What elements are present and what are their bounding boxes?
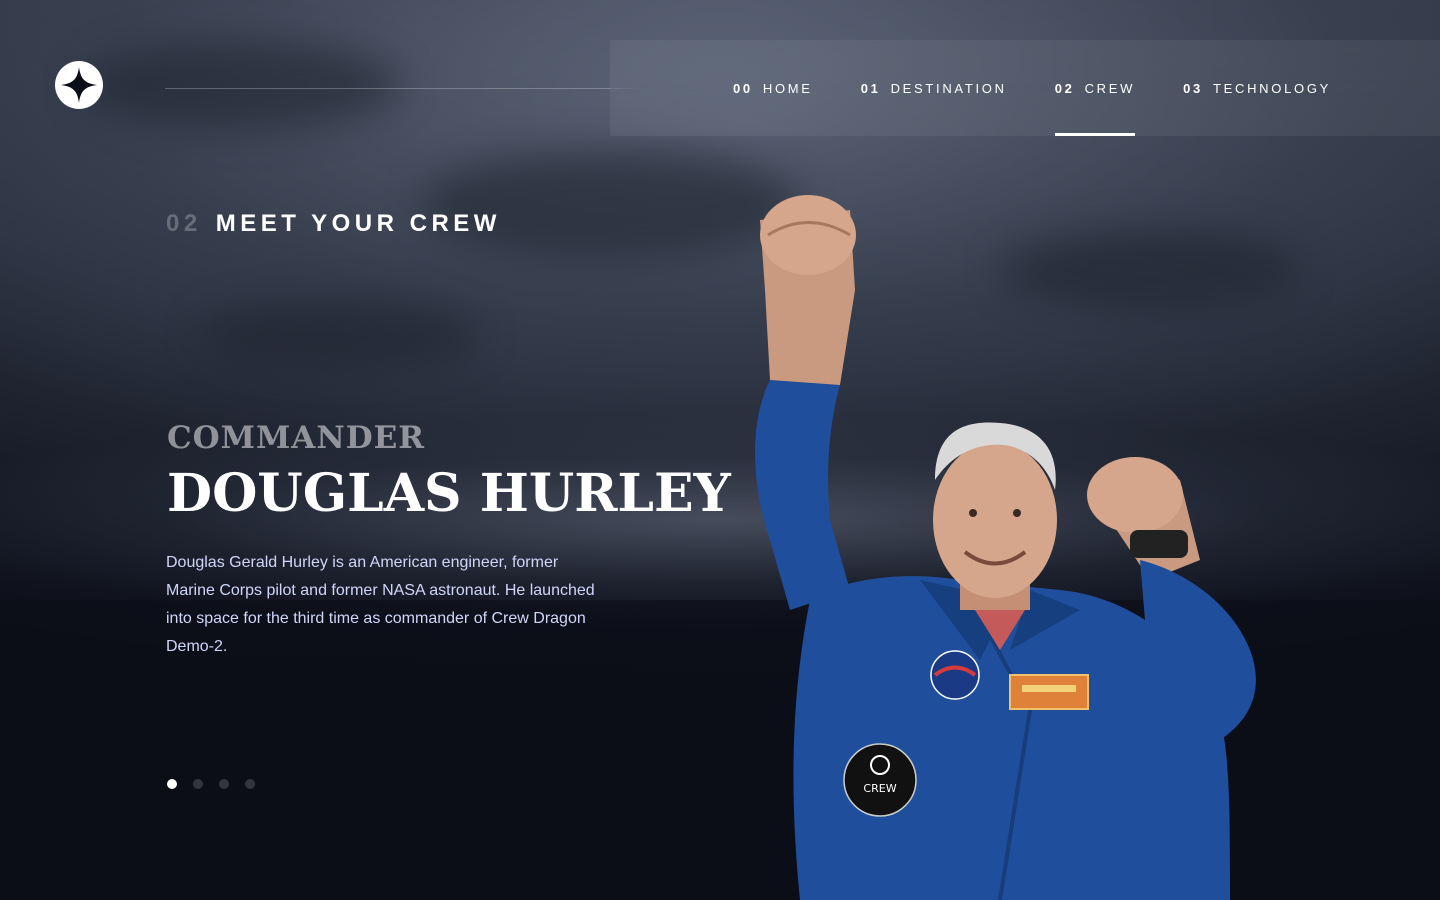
slider-dot-4[interactable] [245, 779, 255, 789]
page-heading-number: 02 [166, 210, 202, 237]
slider-dot-2[interactable] [193, 779, 203, 789]
nav-item-number: 02 [1054, 80, 1075, 96]
nav-item-number: 00 [733, 80, 753, 96]
main-nav: 00 HOME 01 DESTINATION 02 CREW 03 TECHNO… [610, 40, 1440, 136]
crew-role: COMMANDER [167, 420, 425, 456]
page-heading-text: MEET YOUR CREW [215, 210, 501, 237]
crew-portrait-image: CREW [755, 195, 1256, 900]
slider-dot-1[interactable] [167, 779, 177, 789]
slider-dot-3[interactable] [219, 779, 229, 789]
crew-bio: Douglas Gerald Hurley is an American eng… [166, 554, 595, 655]
nav-item-label: CREW [1084, 80, 1136, 96]
nav-item-label: DESTINATION [890, 80, 1007, 96]
nav-item-crew[interactable]: 02 CREW [1054, 40, 1136, 136]
nav-item-number: 01 [860, 80, 881, 96]
nav-item-label: HOME [762, 80, 813, 96]
logo[interactable] [55, 61, 103, 109]
nav-item-home[interactable]: 00 HOME [733, 40, 813, 136]
header-divider [165, 88, 637, 89]
crew-name: DOUGLAS HURLEY [167, 463, 731, 524]
nav-item-technology[interactable]: 03 TECHNOLOGY [1183, 40, 1331, 136]
nav-item-destination[interactable]: 01 DESTINATION [861, 40, 1007, 136]
crew-slider-dots [167, 779, 271, 789]
star-logo-icon [61, 67, 97, 103]
page-heading: 02 MEET YOUR CREW [166, 210, 501, 238]
crew-patch-text: CREW [863, 782, 896, 795]
nav-item-label: TECHNOLOGY [1212, 80, 1331, 96]
nav-item-number: 03 [1183, 80, 1203, 96]
